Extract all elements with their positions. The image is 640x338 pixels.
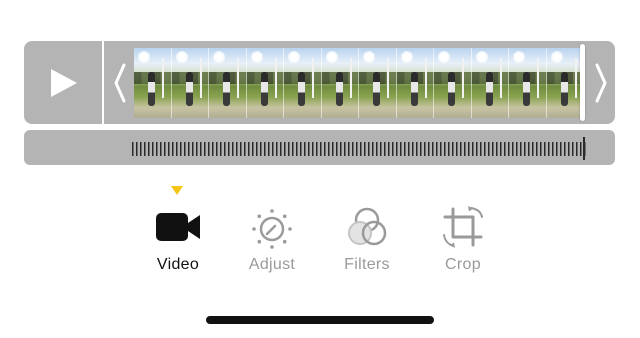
play-button[interactable] <box>24 41 102 124</box>
tab-filters-label: Filters <box>344 256 390 273</box>
play-divider <box>102 41 104 124</box>
filters-circles-icon <box>348 207 387 246</box>
filmstrip-frame <box>321 48 359 118</box>
scrubber-position-marker[interactable] <box>583 137 585 160</box>
trim-start-handle[interactable] <box>106 41 134 124</box>
filmstrip-frame <box>171 48 209 118</box>
filmstrip-frame <box>509 48 547 118</box>
chevron-left-icon <box>114 63 126 102</box>
tab-adjust[interactable]: Adjust <box>227 205 317 275</box>
home-indicator[interactable] <box>206 316 434 324</box>
filmstrip-frame <box>546 48 584 118</box>
tab-video-label: Video <box>156 256 200 273</box>
scrubber-bar[interactable] <box>24 130 615 165</box>
filmstrip-frame <box>209 48 247 118</box>
crop-rotate-icon <box>443 206 483 248</box>
tab-crop-label: Crop <box>445 256 481 273</box>
filmstrip-frame <box>246 48 284 118</box>
filmstrip-frame <box>284 48 322 118</box>
filmstrip-frame <box>134 48 172 118</box>
tab-video[interactable]: Video <box>133 205 223 275</box>
video-camera-icon <box>156 213 200 241</box>
playhead-handle[interactable] <box>580 44 585 121</box>
filmstrip-frame <box>359 48 397 118</box>
chevron-right-icon <box>595 63 607 102</box>
filmstrip-frame <box>396 48 434 118</box>
filmstrip[interactable] <box>134 48 584 118</box>
active-tab-indicator-icon <box>171 186 183 195</box>
scrubber-ticks <box>132 142 586 156</box>
adjust-dial-icon <box>252 209 292 249</box>
tab-adjust-label: Adjust <box>248 256 296 273</box>
trim-timeline[interactable] <box>24 41 615 124</box>
tab-crop[interactable]: Crop <box>418 205 508 275</box>
play-icon <box>51 68 77 97</box>
tab-filters[interactable]: Filters <box>322 205 412 275</box>
filmstrip-frame <box>471 48 509 118</box>
filmstrip-frame <box>434 48 472 118</box>
trim-end-handle[interactable] <box>587 41 615 124</box>
